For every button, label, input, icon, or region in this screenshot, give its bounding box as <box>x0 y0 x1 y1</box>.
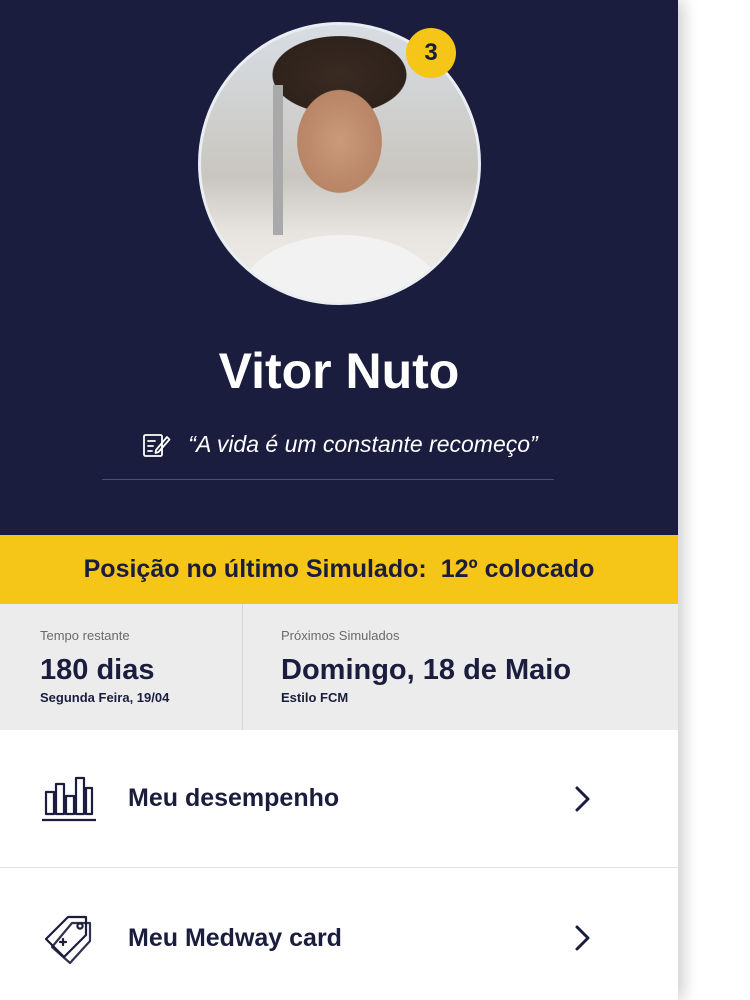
ranking-label: Posição no último Simulado: <box>83 555 427 583</box>
chevron-right-icon <box>568 924 596 952</box>
notification-badge[interactable]: 3 <box>406 28 456 78</box>
menu-item-label: Meu Medway card <box>128 923 342 952</box>
motto-row[interactable]: “A vida é um constante recomeço” <box>0 422 678 466</box>
avatar-background-detail <box>273 85 283 235</box>
user-name: Vitor Nuto <box>218 343 460 399</box>
next-exams-block: Próximos Simulados Domingo, 18 de Maio E… <box>243 604 678 730</box>
time-left-label: Tempo restante <box>40 628 130 643</box>
time-left-value: 180 dias <box>40 654 155 686</box>
bar-chart-icon <box>40 770 98 828</box>
background-app-panel <box>678 0 750 1000</box>
time-left-block: Tempo restante 180 dias Segunda Feira, 1… <box>0 604 243 730</box>
tag-card-icon <box>40 909 98 967</box>
menu-item-performance[interactable]: Meu desempenho <box>0 730 678 868</box>
next-exams-style: Estilo FCM <box>281 690 349 705</box>
menu-item-label: Meu desempenho <box>128 784 340 812</box>
next-exams-label: Próximos Simulados <box>281 628 400 643</box>
next-exams-value: Domingo, 18 de Maio <box>281 654 572 686</box>
info-panel: Tempo restante 180 dias Segunda Feira, 1… <box>0 604 678 730</box>
edit-note-icon[interactable] <box>140 428 172 460</box>
chevron-right-icon <box>568 785 596 813</box>
time-left-date: Segunda Feira, 19/04 <box>40 690 170 705</box>
profile-motto: “A vida é um constante recomeço” <box>188 430 538 457</box>
ranking-value: 12º colocado <box>440 555 595 583</box>
ranking-banner: Posição no último Simulado: 12º colocado <box>0 535 678 604</box>
profile-header: 3 Vitor Nuto “A vida é um constante reco… <box>0 0 678 535</box>
menu-item-medway-card[interactable]: Meu Medway card <box>0 869 678 1000</box>
side-drawer: 3 Vitor Nuto “A vida é um constante reco… <box>0 0 678 1000</box>
avatar-shirt <box>241 235 441 302</box>
profile-divider <box>102 479 554 480</box>
